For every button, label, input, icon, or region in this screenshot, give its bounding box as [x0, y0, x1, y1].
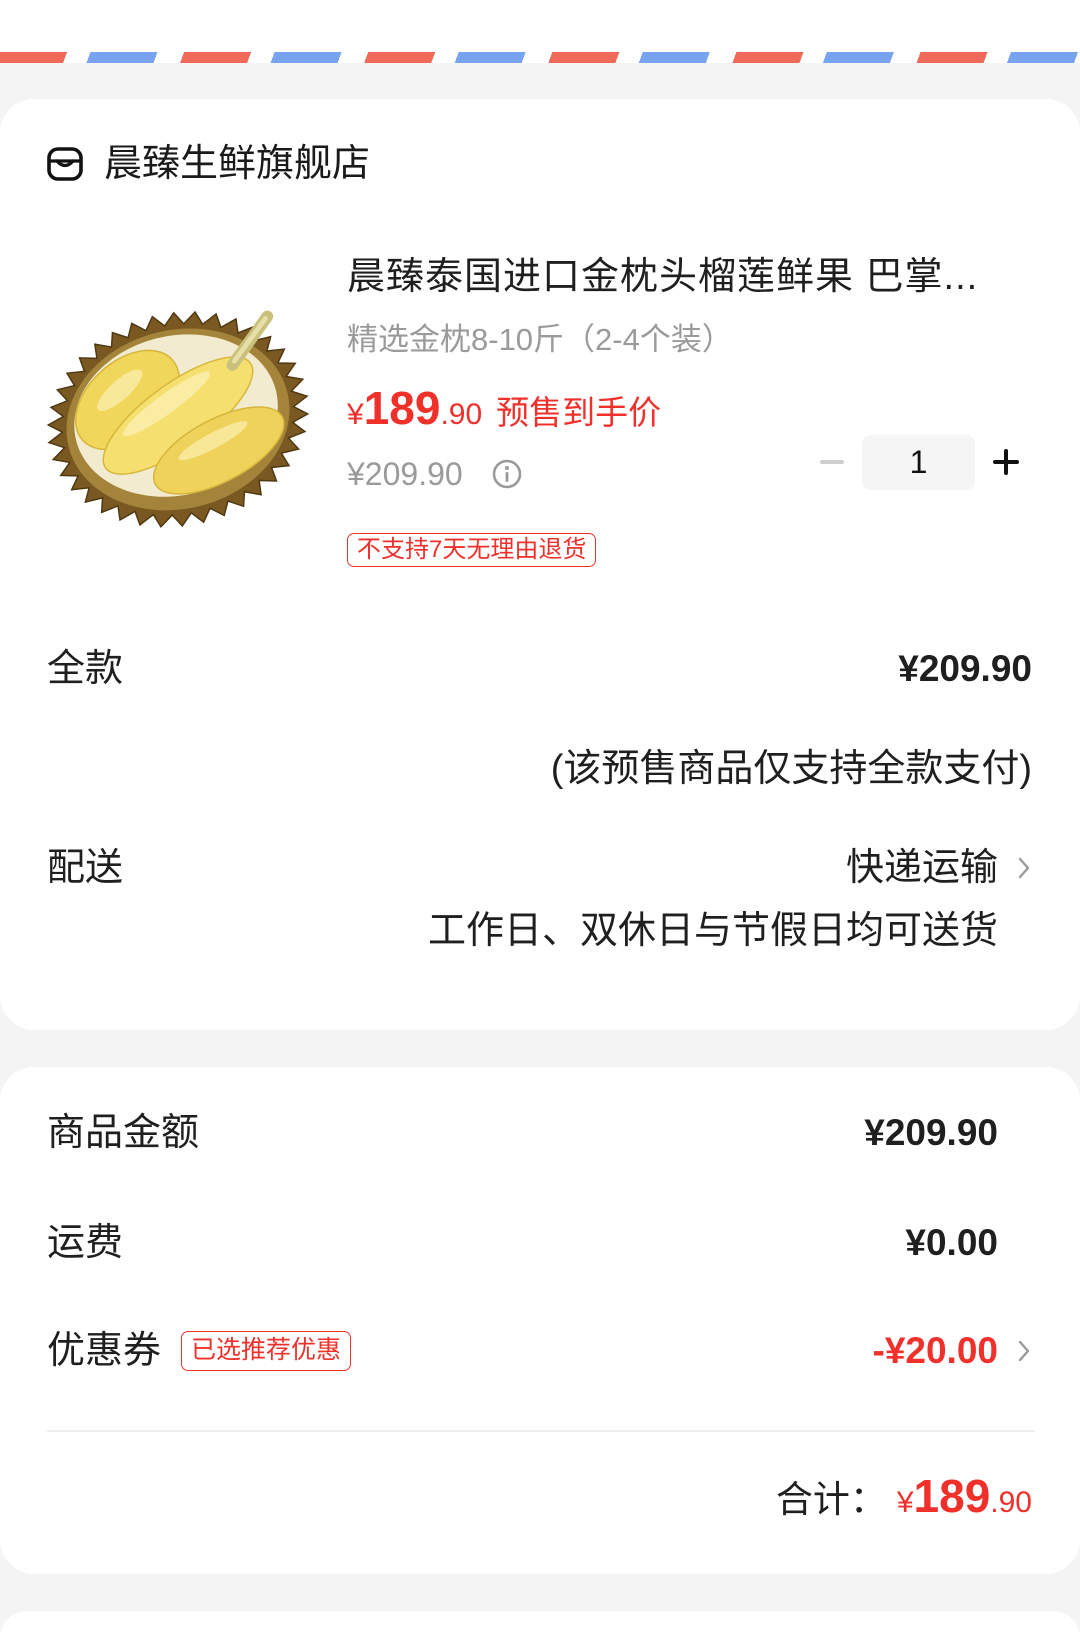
presale-price: ¥189.90 预售到手价	[347, 380, 661, 448]
total-integer: 189	[913, 1470, 991, 1522]
price-integer: 189	[363, 382, 441, 434]
order-item-card: 晨臻生鲜旗舰店 晨臻泰国进口金枕头榴莲鲜果 巴掌... 精选金枕8-10斤（2-…	[0, 99, 1080, 1030]
price-decimal: .90	[440, 398, 483, 431]
coupon-label[interactable]: 优惠券	[47, 1329, 161, 1373]
coupon-discount-value[interactable]: -¥20.00	[873, 1329, 999, 1373]
delivery-note: 工作日、双休日与节假日均可送货	[427, 910, 998, 952]
increase-quantity-button[interactable]	[984, 440, 1028, 484]
original-price: ¥209.90	[347, 456, 463, 492]
total-decimal: .90	[990, 1486, 1032, 1519]
chevron-right-icon[interactable]	[1018, 1339, 1030, 1363]
store-name[interactable]: 晨臻生鲜旗舰店	[104, 142, 370, 186]
payment-amount: ¥209.90	[898, 648, 1032, 689]
minus-icon	[820, 460, 844, 464]
presale-price-label: 预售到手价	[496, 394, 662, 431]
price-currency-symbol: ¥	[347, 398, 364, 431]
divider	[47, 1430, 1035, 1432]
no-return-tag: 不支持7天无理由退货	[347, 533, 597, 567]
delivery-method[interactable]: 快递运输	[846, 846, 998, 890]
goods-amount-value: ¥209.90	[864, 1112, 998, 1153]
goods-amount-label: 商品金额	[47, 1112, 200, 1154]
payment-type-label: 全款	[47, 648, 124, 690]
store-icon	[46, 145, 84, 183]
order-total: 合计： ¥189.90	[776, 1468, 1032, 1536]
delivery-label: 配送	[47, 847, 124, 889]
coupon-recommended-tag: 已选推荐优惠	[181, 1331, 352, 1371]
plus-icon	[993, 449, 1019, 475]
airmail-border	[0, 52, 1080, 63]
shipping-fee-value: ¥0.00	[905, 1222, 998, 1263]
chevron-right-icon[interactable]	[1018, 856, 1030, 880]
product-image[interactable]	[42, 295, 314, 538]
total-label: 合计：	[775, 1479, 887, 1520]
product-title[interactable]: 晨臻泰国进口金枕头榴莲鲜果 巴掌...	[347, 255, 1007, 299]
product-spec: 精选金枕8-10斤（2-4个装）	[347, 322, 733, 357]
payment-note: (该预售商品仅支持全款支付)	[550, 748, 1032, 790]
shipping-fee-label: 运费	[47, 1222, 124, 1264]
decrease-quantity-button[interactable]	[810, 440, 854, 484]
next-section-card	[0, 1611, 1080, 1638]
total-currency-symbol: ¥	[896, 1486, 914, 1519]
price-summary-card: 商品金额 ¥209.90 运费 ¥0.00 优惠券 已选推荐优惠 -¥20.00…	[0, 1067, 1080, 1574]
quantity-input[interactable]: 1	[862, 435, 975, 490]
info-icon[interactable]	[491, 458, 523, 490]
